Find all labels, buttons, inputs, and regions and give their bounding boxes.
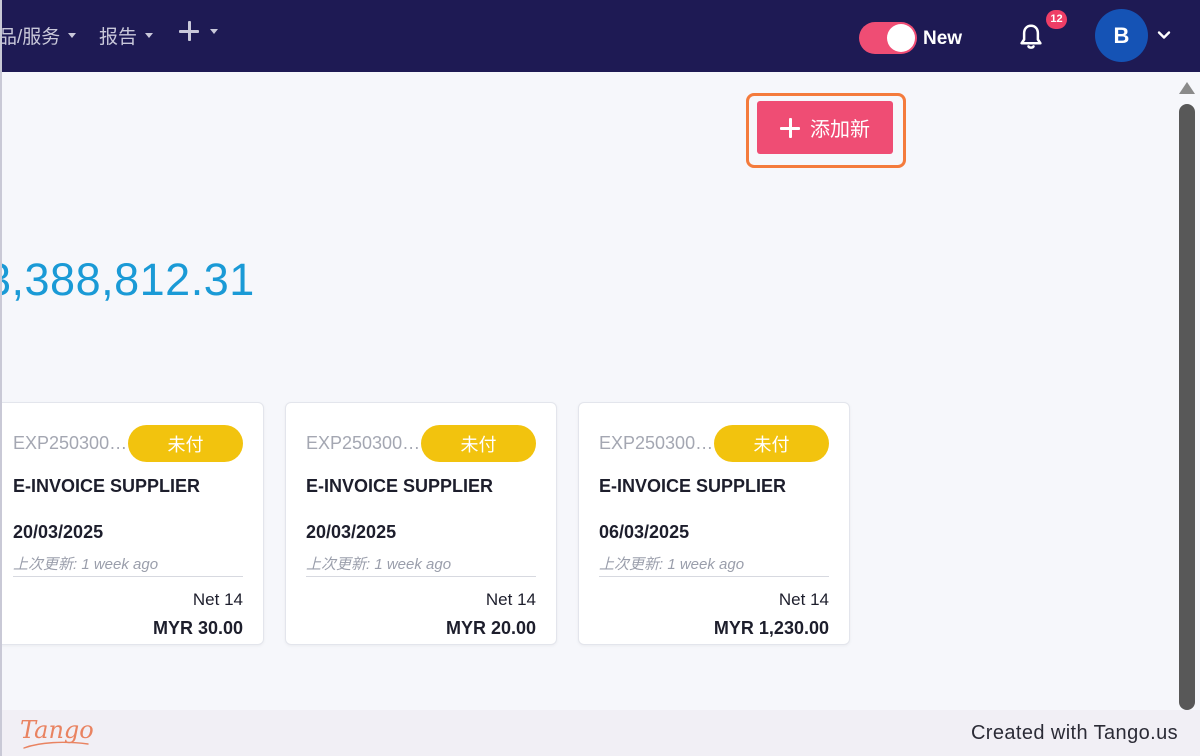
expense-card[interactable]: EXP250300… 未付 E-INVOICE SUPPLIER 20/03/2… xyxy=(0,402,264,645)
expense-ref: EXP250300… xyxy=(306,433,421,453)
last-updated: 上次更新: 1 week ago xyxy=(13,556,159,573)
bell-icon[interactable] xyxy=(1016,22,1046,52)
payment-terms: Net 14 xyxy=(778,590,829,609)
caret-down-icon xyxy=(210,28,218,34)
supplier-name: E-INVOICE SUPPLIER xyxy=(13,476,201,496)
window-left-edge xyxy=(0,0,2,756)
top-navigation-bar: 品/服务 报告 New 12 B xyxy=(0,0,1200,72)
total-amount: 3,388,812.31 xyxy=(0,254,255,305)
expense-date: 20/03/2025 xyxy=(306,522,397,542)
expense-ref: EXP250300… xyxy=(599,433,714,453)
payment-terms: Net 14 xyxy=(485,590,536,609)
caret-down-icon xyxy=(145,33,154,38)
tango-swoosh-icon xyxy=(23,741,89,749)
nav-menu-reports-label: 报告 xyxy=(99,27,138,48)
nav-create-menu[interactable] xyxy=(178,20,218,42)
expense-ref: EXP250300… xyxy=(13,433,128,453)
expense-card[interactable]: EXP250300… 未付 E-INVOICE SUPPLIER 06/03/2… xyxy=(578,402,850,645)
plus-icon xyxy=(780,117,800,138)
card-divider xyxy=(306,576,536,577)
scroll-up-arrow-icon[interactable] xyxy=(1179,82,1195,94)
notification-count-badge: 12 xyxy=(1046,10,1067,29)
expense-card[interactable]: EXP250300… 未付 E-INVOICE SUPPLIER 20/03/2… xyxy=(285,402,557,645)
payment-terms: Net 14 xyxy=(192,590,243,609)
status-badge: 未付 xyxy=(714,425,829,462)
nav-menu-reports[interactable]: 报告 xyxy=(99,22,154,49)
card-divider xyxy=(13,576,243,577)
supplier-name: E-INVOICE SUPPLIER xyxy=(306,476,494,496)
expense-date: 20/03/2025 xyxy=(13,522,104,542)
user-avatar[interactable]: B xyxy=(1095,9,1148,62)
last-updated: 上次更新: 1 week ago xyxy=(306,556,452,573)
last-updated: 上次更新: 1 week ago xyxy=(599,556,745,573)
created-with-text: Created with Tango.us xyxy=(970,722,1178,744)
card-divider xyxy=(599,576,829,577)
add-new-button[interactable]: 添加新 xyxy=(757,101,893,154)
add-new-button-label: 添加新 xyxy=(810,119,870,141)
new-ui-toggle[interactable] xyxy=(859,22,917,54)
nav-menu-products-services-label: 品/服务 xyxy=(0,27,61,48)
toggle-knob xyxy=(887,24,915,52)
caret-down-icon xyxy=(68,33,77,38)
plus-icon xyxy=(178,20,200,42)
status-badge: 未付 xyxy=(421,425,536,462)
new-ui-toggle-label: New xyxy=(923,28,963,49)
supplier-name: E-INVOICE SUPPLIER xyxy=(599,476,787,496)
expense-amount: MYR 20.00 xyxy=(445,618,536,638)
expense-amount: MYR 1,230.00 xyxy=(713,618,829,638)
expense-date: 06/03/2025 xyxy=(599,522,690,542)
chevron-down-icon[interactable] xyxy=(1157,28,1171,42)
status-badge: 未付 xyxy=(128,425,243,462)
scrollbar-thumb[interactable] xyxy=(1179,104,1195,710)
expense-amount: MYR 30.00 xyxy=(152,618,243,638)
tango-footer: Tango Created with Tango.us xyxy=(0,710,1200,756)
avatar-initial: B xyxy=(1113,22,1130,48)
nav-menu-products-services[interactable]: 品/服务 xyxy=(0,22,77,49)
